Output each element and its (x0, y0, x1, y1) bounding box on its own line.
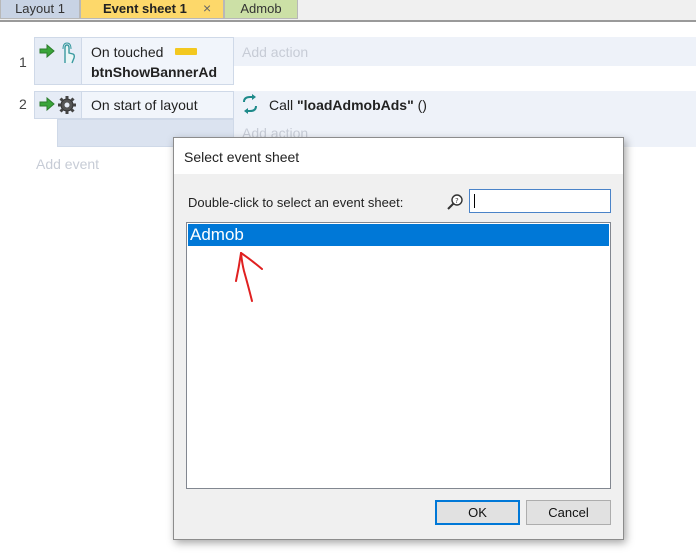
event-1-icon-column (35, 38, 82, 84)
add-event-link[interactable]: Add event (36, 156, 99, 172)
add-action-link[interactable]: Add action (242, 44, 308, 60)
close-icon[interactable]: × (203, 0, 211, 17)
action-function-name: "loadAdmobAds" (297, 97, 414, 113)
condition-object: btnShowBannerAd (91, 64, 217, 80)
object-color-swatch (175, 48, 197, 55)
condition-label: On touched (91, 44, 164, 60)
action-prefix: Call (269, 97, 298, 113)
tab-label: Event sheet 1 (103, 1, 187, 16)
action-suffix: () (413, 97, 427, 113)
event-2-icon-column (35, 92, 82, 118)
text-caret (474, 194, 475, 208)
dialog-title: Select event sheet (184, 149, 300, 165)
gear-icon (58, 96, 76, 114)
green-arrow-icon (39, 97, 55, 111)
action-call-text: Call "loadAdmobAds" () (269, 97, 427, 113)
event-number: 1 (19, 54, 27, 70)
dialog-titlebar[interactable]: Select event sheet (174, 138, 623, 174)
function-call-icon (243, 94, 257, 114)
tab-label: Admob (240, 1, 282, 16)
select-event-sheet-dialog: Select event sheet Double-click to selec… (173, 137, 624, 540)
touch-icon (62, 42, 76, 64)
dialog-prompt: Double-click to select an event sheet: (188, 195, 404, 210)
tab-label: Layout 1 (15, 1, 65, 16)
search-input[interactable] (469, 189, 611, 213)
tab-event-sheet-1[interactable]: Event sheet 1 × (80, 0, 224, 19)
ok-button[interactable]: OK (435, 500, 520, 525)
cancel-button[interactable]: Cancel (526, 500, 611, 525)
annotation-arrow (235, 252, 263, 302)
tab-bar: Layout 1 Event sheet 1 × Admob (0, 0, 696, 22)
search-icon: ? (447, 194, 463, 210)
event-number: 2 (19, 96, 27, 112)
svg-text:?: ? (455, 197, 459, 205)
condition-label: On start of layout (91, 97, 198, 113)
green-arrow-icon (39, 44, 55, 58)
tab-admob[interactable]: Admob (224, 0, 298, 19)
tab-layout-1[interactable]: Layout 1 (0, 0, 80, 19)
list-item[interactable]: Admob (188, 224, 609, 246)
